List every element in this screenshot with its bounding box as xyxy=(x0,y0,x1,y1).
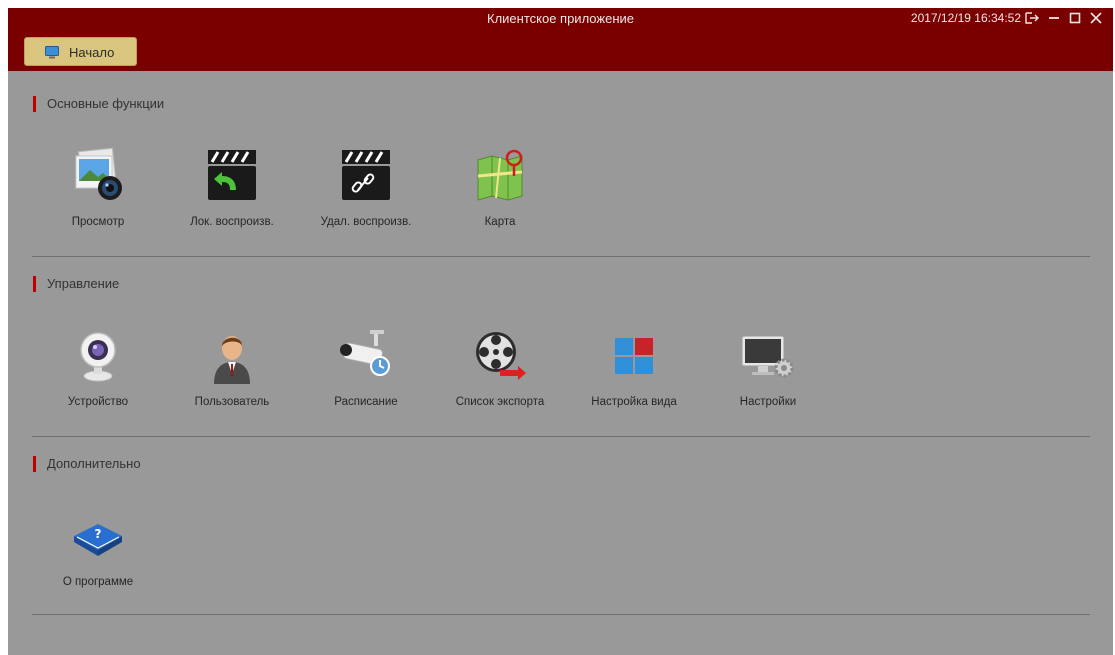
clapper-replay-icon xyxy=(202,146,262,206)
section-title: Управление xyxy=(47,276,120,291)
section-marker xyxy=(33,456,36,472)
tile-label: Удал. воспроизв. xyxy=(320,216,412,228)
photo-camera-icon xyxy=(68,146,128,206)
tile-export-list[interactable]: Список экспорта xyxy=(440,326,560,426)
section-divider xyxy=(32,436,1090,437)
start-button-label: Начало xyxy=(69,45,115,60)
webcam-icon xyxy=(68,326,128,386)
tile-label: Устройство xyxy=(67,396,129,408)
tile-label: Настройки xyxy=(739,396,797,408)
tile-label: Просмотр xyxy=(71,216,125,228)
section-divider xyxy=(32,614,1090,615)
section-title: Основные функции xyxy=(47,96,165,111)
user-icon xyxy=(202,326,262,386)
tile-preview[interactable]: Просмотр xyxy=(38,146,158,246)
tile-about[interactable]: ? О программе xyxy=(38,506,158,606)
tile-label: Лок. воспроизв. xyxy=(190,216,274,228)
tile-user[interactable]: Пользователь xyxy=(172,326,292,426)
film-reel-export-icon xyxy=(470,326,530,386)
tile-local-playback[interactable]: Лок. воспроизв. xyxy=(172,146,292,246)
tile-view-settings[interactable]: Настройка вида xyxy=(574,326,694,426)
tile-map[interactable]: Карта xyxy=(440,146,560,246)
tile-settings[interactable]: Настройки xyxy=(708,326,828,426)
section-title: Дополнительно xyxy=(47,456,141,471)
help-book-icon: ? xyxy=(68,506,128,566)
map-pin-icon xyxy=(470,146,530,206)
tile-device[interactable]: Устройство xyxy=(38,326,158,426)
tile-label: Карта xyxy=(484,216,516,228)
clock: 2017/12/19 16:34:52 xyxy=(910,11,1021,25)
tile-remote-playback[interactable]: Удал. воспроизв. xyxy=(306,146,426,246)
section-marker xyxy=(33,276,36,292)
tile-label: Пользователь xyxy=(194,396,270,408)
monitor-icon xyxy=(45,46,59,64)
section-marker xyxy=(33,96,36,112)
close-icon[interactable] xyxy=(1087,8,1105,28)
app-window: Клиентское приложение 2017/12/19 16:34:5… xyxy=(8,8,1113,655)
tile-schedule[interactable]: Расписание xyxy=(306,326,426,426)
monitor-gear-icon xyxy=(738,326,798,386)
svg-text:?: ? xyxy=(95,527,102,541)
maximize-icon[interactable] xyxy=(1066,8,1084,28)
start-button[interactable]: Начало xyxy=(24,37,137,66)
clapper-link-icon xyxy=(336,146,396,206)
tile-label: О программе xyxy=(62,576,134,588)
section-divider xyxy=(32,256,1090,257)
layout-grid-icon xyxy=(604,326,664,386)
tile-label: Расписание xyxy=(334,396,398,408)
cctv-clock-icon xyxy=(336,326,396,386)
minimize-icon[interactable] xyxy=(1045,8,1063,28)
tile-label: Настройка вида xyxy=(591,396,677,408)
title-bar: Клиентское приложение 2017/12/19 16:34:5… xyxy=(8,8,1113,71)
tile-label: Список экспорта xyxy=(455,396,545,408)
logout-icon[interactable] xyxy=(1023,8,1041,28)
